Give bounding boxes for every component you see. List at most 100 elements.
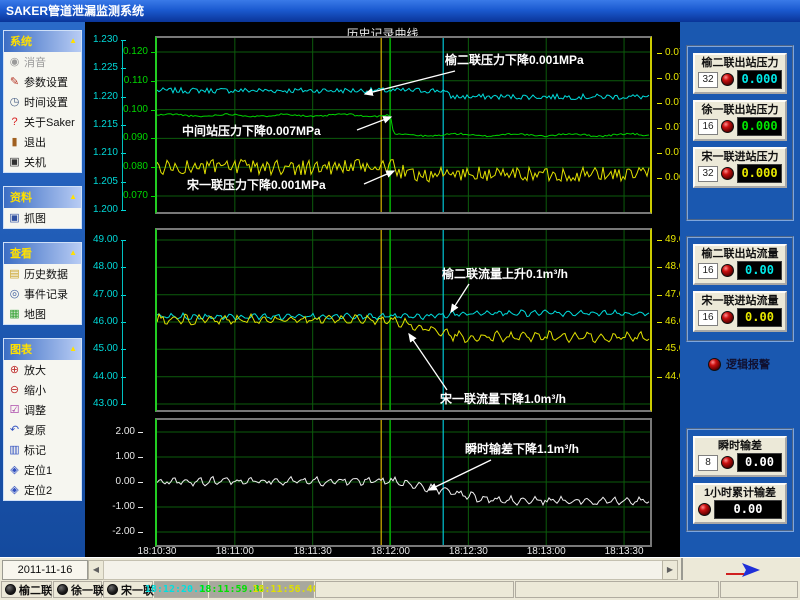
axis-tick-label: 0.110	[114, 76, 148, 86]
play-forward-button[interactable]	[684, 559, 798, 580]
axis-tick-label: 49.00	[665, 235, 680, 245]
sidebar-item-mark[interactable]: ▥标记	[4, 440, 81, 460]
axis-tick-label: 1.200	[85, 205, 118, 215]
play-arrow-icon	[720, 562, 762, 578]
axis-tick	[657, 322, 662, 323]
status-bar: 榆二联徐一联宋一联18:12:20.28218:11:59.82118:11:5…	[0, 580, 800, 600]
sidebar-item-label: 缩小	[24, 382, 46, 398]
axis-tick-label: 0.120	[114, 47, 148, 57]
gauge-value-display: 0.00	[737, 261, 782, 280]
sidebar-panel-0: 系统▲ ◉消音 ✎参数设置◷时间设置?关于Saker▮退出▣关机	[3, 30, 82, 173]
scroll-right-button[interactable]: ▶	[662, 560, 678, 580]
chart-annotation: 宋一联压力下降0.001MPa	[187, 177, 326, 192]
scroll-left-button[interactable]: ◀	[88, 560, 104, 580]
axis-tick-label: 0.076	[665, 73, 680, 83]
sidebar-item-label: 调整	[24, 402, 46, 418]
sidebar-item-label: 参数设置	[24, 74, 68, 90]
axis-tick	[121, 404, 126, 405]
sidebar-item-locate1[interactable]: ◈定位1	[4, 460, 81, 480]
sidebar-panel-header[interactable]: 资料▲	[4, 187, 81, 208]
sidebar-item-about[interactable]: ?关于Saker	[4, 112, 81, 132]
sidebar-item-shutdown[interactable]: ▣关机	[4, 152, 81, 172]
axis-tick-label: 0.078	[665, 48, 680, 58]
window-title: SAKER管道泄漏监测系统	[6, 4, 144, 18]
chart-plot-输差[interactable]: 瞬时输差下降1.1m³/h	[155, 418, 652, 547]
chart-plot-压力[interactable]: 榆二联压力下降0.001MPa中间站压力下降0.007MPa宋一联压力下降0.0…	[155, 36, 652, 214]
axis-tick	[657, 53, 662, 54]
sidebar-item-restore[interactable]: ↶复原	[4, 420, 81, 440]
collapse-chevron-icon[interactable]: ▲	[69, 193, 77, 201]
sidebar-item-time-settings[interactable]: ◷时间设置	[4, 92, 81, 112]
axis-tick-label: 46.00	[665, 317, 680, 327]
axis-tick	[138, 457, 143, 458]
sidebar-item-label: 消音	[24, 54, 46, 70]
sidebar-item-history-data[interactable]: ▤历史数据	[4, 264, 81, 284]
x-axis-tick-label: 18:13:00	[516, 546, 576, 557]
chart-plot-流量[interactable]: 榆二联流量上升0.1m³/h宋一联流量下降1.0m³/h	[155, 228, 652, 412]
sidebar-panel-1: 资料▲▣抓图	[3, 186, 82, 229]
gauge-title: 徐一联出站压力	[697, 103, 783, 117]
chart-annotation: 榆二联压力下降0.001MPa	[445, 52, 584, 67]
sidebar-item-zoom-out[interactable]: ⊖缩小	[4, 380, 81, 400]
logic-alarm-led	[708, 358, 721, 371]
axis-tick-label: 47.00	[85, 290, 118, 300]
sidebar-panel-header[interactable]: 查看▲	[4, 243, 81, 264]
status-empty-cell	[720, 581, 798, 598]
gauge-address-box: 32	[698, 72, 718, 88]
axis-tick-label: 45.00	[85, 344, 118, 354]
gauge-value-display: 0.00	[737, 453, 782, 472]
sidebar-item-map[interactable]: ▦地图	[4, 304, 81, 324]
station-led	[107, 584, 118, 595]
axis-tick-label: 48.00	[665, 262, 680, 272]
collapse-chevron-icon[interactable]: ▲	[69, 345, 77, 353]
restore-icon: ↶	[8, 425, 21, 436]
chart-annotation: 宋一联流量下降1.0m³/h	[440, 391, 566, 406]
axis-tick	[138, 482, 143, 483]
gauge-榆二联出站流量: 榆二联出站流量160.00	[693, 244, 787, 285]
axis-tick-label: 0.068	[665, 173, 680, 183]
gauge-榆二联出站压力: 榆二联出站压力320.000	[693, 53, 787, 94]
sidebar-item-label: 历史数据	[24, 266, 68, 282]
gauge-value-display: 0.00	[737, 308, 782, 327]
sidebar-item-label: 关于Saker	[24, 114, 75, 130]
date-selector[interactable]: 2011-11-16	[2, 560, 88, 580]
sidebar-item-snapshot[interactable]: ▣抓图	[4, 208, 81, 228]
axis-tick-label: 2.00	[101, 427, 135, 437]
adjust-icon: ☑	[8, 405, 21, 416]
logic-alarm-label: 逻辑报警	[726, 356, 770, 372]
sidebar-item-zoom-in[interactable]: ⊕放大	[4, 360, 81, 380]
sidebar-panel-header[interactable]: 图表▲	[4, 339, 81, 360]
chart-svg-2: 瞬时输差下降1.1m³/h	[157, 420, 650, 545]
axis-tick-label: 0.070	[665, 148, 680, 158]
cyan-axis-line	[122, 40, 123, 210]
series-瞬时输差	[157, 477, 649, 506]
sidebar-item-locate2[interactable]: ◈定位2	[4, 480, 81, 500]
axis-tick-label: 0.070	[114, 191, 148, 201]
axis-tick-label: -2.00	[101, 527, 135, 537]
sidebar-item-adjust[interactable]: ☑调整	[4, 400, 81, 420]
window-titlebar[interactable]: SAKER管道泄漏监测系统	[0, 0, 800, 22]
gauge-title: 宋一联进站流量	[697, 294, 783, 308]
time-settings-icon: ◷	[8, 97, 21, 108]
sidebar-item-exit[interactable]: ▮退出	[4, 132, 81, 152]
collapse-chevron-icon[interactable]: ▲	[69, 37, 77, 45]
axis-tick-label: 0.100	[114, 105, 148, 115]
sidebar-panel-header[interactable]: 系统▲	[4, 31, 81, 52]
sidebar-item-label: 地图	[24, 306, 46, 322]
shutdown-icon: ▣	[8, 157, 21, 168]
sidebar-panel-2: 查看▲▤历史数据◎事件记录▦地图	[3, 242, 82, 325]
sidebar-item-settings[interactable]: ✎参数设置	[4, 72, 81, 92]
gauge-address-box: 16	[698, 119, 718, 135]
x-axis-tick-label: 18:10:30	[127, 546, 187, 557]
axis-tick	[657, 178, 662, 179]
mute-icon: ◉	[8, 57, 21, 68]
x-axis-tick-label: 18:11:00	[205, 546, 265, 557]
event-log-icon: ◎	[8, 289, 21, 300]
series-榆二联出站流量	[157, 310, 649, 320]
station-led	[57, 584, 68, 595]
time-scrollbar[interactable]	[103, 560, 663, 580]
gauge-瞬时输差: 瞬时输差80.00	[693, 436, 787, 477]
collapse-chevron-icon[interactable]: ▲	[69, 249, 77, 257]
sidebar-item-event-log[interactable]: ◎事件记录	[4, 284, 81, 304]
axis-tick-label: 47.00	[665, 290, 680, 300]
